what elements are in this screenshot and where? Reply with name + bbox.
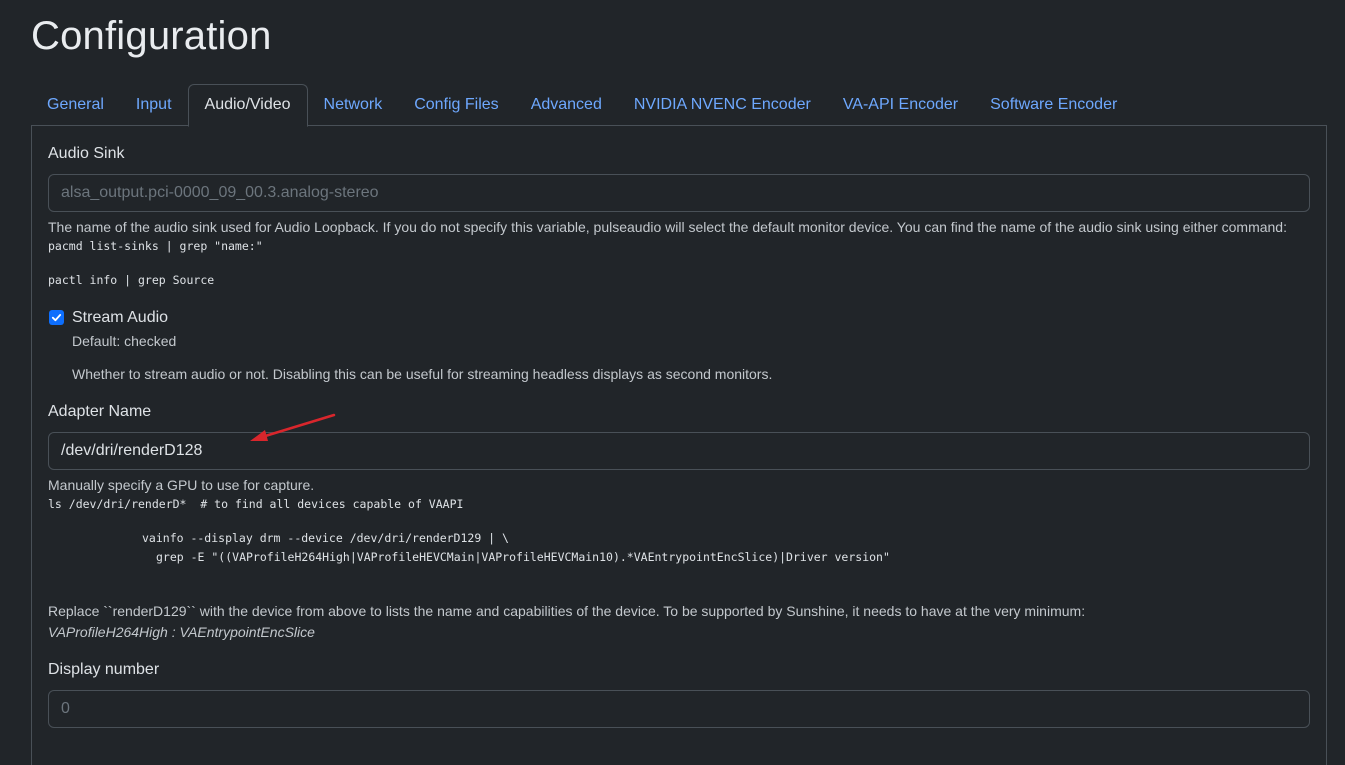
audio-sink-description: The name of the audio sink used for Audi… — [48, 219, 1287, 235]
tab-va-api-encoder[interactable]: VA-API Encoder — [827, 84, 974, 126]
adapter-name-code-vainfo: vainfo --display drm --device /dev/dri/r… — [142, 531, 509, 545]
adapter-name-label: Adapter Name — [48, 403, 152, 420]
adapter-name-code-ls: ls /dev/dri/renderD* # to find all devic… — [48, 497, 464, 511]
tab-config-files[interactable]: Config Files — [398, 84, 514, 126]
audio-sink-label: Audio Sink — [48, 145, 125, 162]
tab-audio-video[interactable]: Audio/Video — [187, 84, 308, 127]
audio-video-panel: Audio Sink The name of the audio sink us… — [31, 125, 1327, 765]
stream-audio-checkbox[interactable] — [49, 310, 64, 325]
tab-network[interactable]: Network — [308, 84, 399, 126]
tab-nvidia-nvenc-encoder[interactable]: NVIDIA NVENC Encoder — [618, 84, 827, 126]
audio-sink-command-pacmd: pacmd list-sinks | grep "name:" — [48, 239, 263, 253]
display-number-label: Display number — [48, 661, 160, 678]
stream-audio-label[interactable]: Stream Audio — [72, 309, 168, 327]
tab-advanced[interactable]: Advanced — [515, 84, 618, 126]
display-number-input[interactable] — [48, 690, 1310, 728]
tab-input[interactable]: Input — [120, 84, 188, 126]
stream-audio-default: Default: checked — [72, 333, 177, 349]
adapter-name-note: Replace ``renderD129`` with the device f… — [48, 603, 1086, 619]
red-arrow-icon — [250, 413, 336, 441]
stream-audio-description: Whether to stream audio or not. Disablin… — [72, 366, 773, 382]
tab-general[interactable]: General — [31, 84, 120, 126]
audio-sink-command-pactl: pactl info | grep Source — [48, 273, 215, 287]
audio-sink-input[interactable] — [48, 174, 1310, 212]
adapter-name-description: Manually specify a GPU to use for captur… — [48, 477, 315, 493]
tab-software-encoder[interactable]: Software Encoder — [974, 84, 1133, 126]
page-title: Configuration — [31, 14, 272, 58]
check-icon — [51, 314, 62, 322]
adapter-name-requirement: VAProfileH264High : VAEntrypointEncSlice — [48, 624, 315, 640]
adapter-name-code-grep: grep -E "((VAProfileH264High|VAProfileHE… — [156, 550, 890, 564]
tab-bar: General Input Audio/Video Network Config… — [31, 84, 1327, 127]
